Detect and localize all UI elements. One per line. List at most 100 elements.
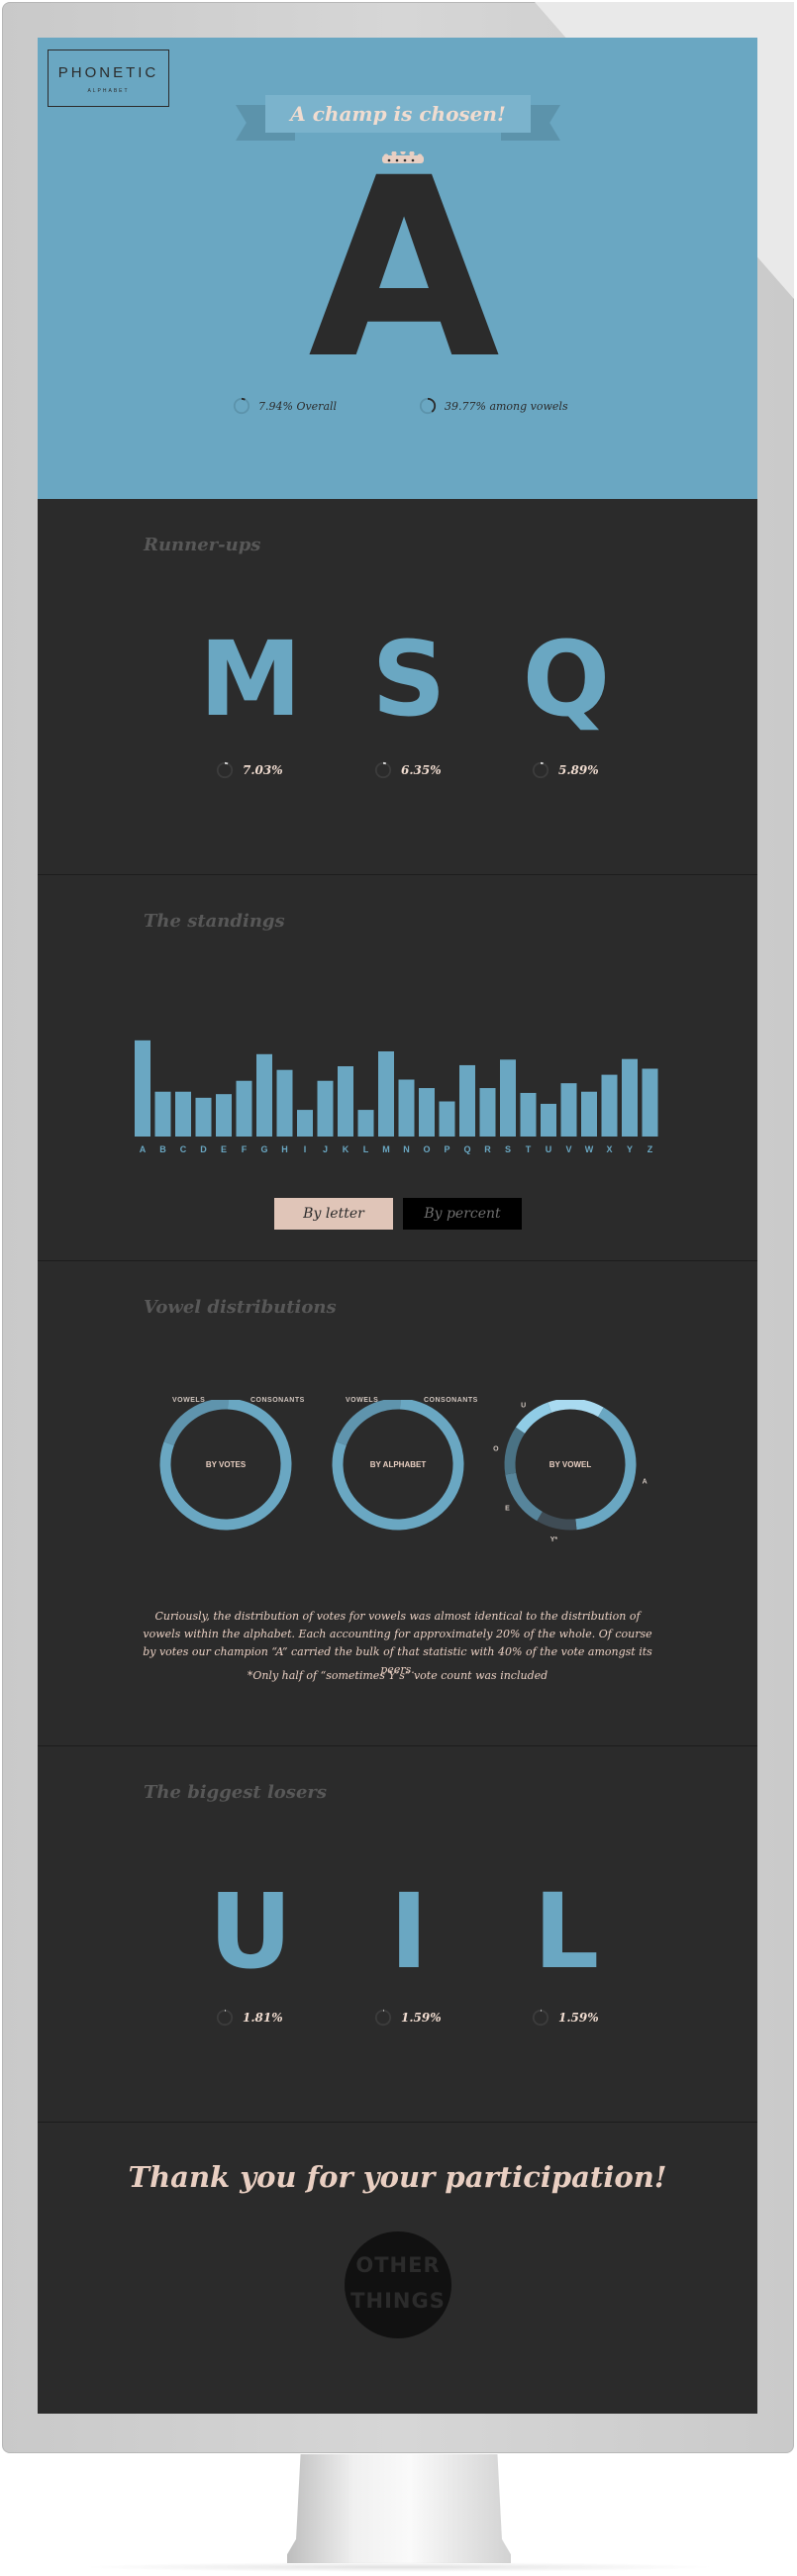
pct-ring-icon — [532, 761, 549, 779]
runner-up-pct-2: 6.35% — [374, 760, 442, 780]
donut-2-segment-2 — [332, 1400, 464, 1531]
overall-stat-label: 7.94% Overall — [258, 399, 338, 413]
biggest-losers-section: The biggest losers U I L 1.81% 1.59% 1.5… — [38, 1746, 757, 2123]
vowel-ring-icon — [419, 397, 437, 415]
bar-v — [560, 1083, 577, 1137]
bar-f — [236, 1080, 252, 1137]
bar-z — [642, 1068, 658, 1137]
bar-label-v: V — [565, 1144, 571, 1154]
bar-m — [378, 1050, 394, 1137]
by-letter-button[interactable]: By letter — [274, 1198, 393, 1230]
standings-bar-chart: A B C D E F G H I J K L M N O P Q R S T U V W X Y Z — [135, 1040, 658, 1154]
logo-name: PHONETIC — [57, 64, 159, 81]
bar-label-w: W — [585, 1144, 594, 1154]
other-things-logo[interactable]: OTHER THINGS — [345, 2231, 451, 2338]
bar-label-r: R — [484, 1144, 491, 1154]
bar-label-j: J — [323, 1144, 328, 1154]
bar-label-c: C — [180, 1144, 187, 1154]
bar-h — [276, 1069, 293, 1137]
bar-j — [317, 1080, 334, 1137]
badge-line-2: THINGS — [350, 2289, 446, 2313]
champion-letter: A — [308, 151, 499, 359]
donut-caption-2: BY ALPHABET — [370, 1460, 427, 1469]
by-percent-button[interactable]: By percent — [403, 1198, 522, 1230]
bar-label-s: S — [505, 1144, 511, 1154]
bar-l — [357, 1110, 374, 1137]
champion-stats: 7.94% Overall 39.77% among vowels — [38, 394, 757, 424]
vowel-distributions-title: Vowel distributions — [144, 1297, 337, 1318]
pct-ring-icon — [216, 761, 234, 779]
monitor-stand — [287, 2454, 511, 2563]
bar-label-t: T — [526, 1144, 532, 1154]
runner-up-pct-1: 7.03% — [216, 760, 283, 780]
bar-label-u: U — [546, 1144, 552, 1154]
runner-up-pct-3: 5.89% — [532, 760, 599, 780]
bar-label-x: X — [606, 1144, 612, 1154]
donut-3-segment-3 — [504, 1400, 637, 1531]
champion-banner: A champ is chosen! — [265, 95, 531, 133]
vowel-donut-charts: BY VOTESBY ALPHABETIAY*EOUBY VOWEL — [159, 1400, 648, 1543]
bar-label-y: Y — [627, 1144, 633, 1154]
thank-you-message: Thank you for your participation! — [128, 2160, 667, 2194]
champion-letter-graphic: A — [308, 151, 500, 359]
bar-label-d: D — [200, 1144, 207, 1154]
bar-p — [439, 1101, 455, 1137]
bar-label-l: L — [363, 1144, 369, 1154]
screen: PHONETIC ALPHABET A champ is chosen! A 7… — [38, 38, 757, 2414]
vowel-stat-label: 39.77% among vowels — [445, 399, 568, 413]
runner-up-letter-1: M — [199, 619, 302, 740]
vowel-donut-label: A — [643, 1479, 648, 1486]
runner-up-pct-value: 5.89% — [558, 763, 599, 777]
bar-label-k: K — [343, 1144, 349, 1154]
donut-1-segment-2 — [159, 1400, 292, 1531]
bar-u — [541, 1103, 556, 1137]
runner-ups-section: Runner-ups M S Q 7.03% 6.35% 5.89% — [38, 499, 757, 875]
loser-pct-3: 1.59% — [532, 2008, 599, 2028]
bar-s — [500, 1059, 516, 1137]
vowel-footnote: *Only half of “sometimes Y’s” vote count… — [247, 1669, 548, 1682]
bar-label-e: E — [221, 1144, 227, 1154]
bar-k — [338, 1066, 353, 1137]
logo[interactable]: PHONETIC ALPHABET — [48, 50, 169, 107]
bar-label-h: H — [281, 1144, 288, 1154]
standings-title: The standings — [144, 911, 285, 932]
bar-label-b: B — [159, 1144, 166, 1154]
pct-ring-icon — [216, 2009, 234, 2027]
loser-pct-value: 1.59% — [558, 2011, 599, 2025]
bar-e — [216, 1094, 232, 1137]
loser-pct-value: 1.81% — [243, 2011, 283, 2025]
bar-label-i: I — [304, 1144, 307, 1154]
loser-letter-2: I — [389, 1871, 429, 1992]
vowel-stat: 39.77% among vowels — [419, 394, 568, 418]
bar-label-f: F — [242, 1144, 248, 1154]
bar-n — [398, 1079, 415, 1137]
bar-label-z: Z — [648, 1144, 653, 1154]
logo-sub: ALPHABET — [87, 88, 130, 94]
bar-label-m: M — [382, 1144, 390, 1154]
overall-ring-icon — [233, 397, 250, 415]
bar-label-g: G — [260, 1144, 267, 1154]
loser-pct-2: 1.59% — [374, 2008, 442, 2028]
bar-i — [297, 1110, 313, 1137]
stand-shadow — [79, 2562, 718, 2572]
runner-up-pct-value: 6.35% — [401, 763, 442, 777]
loser-letter-1: U — [208, 1871, 293, 1992]
bar-o — [419, 1088, 435, 1137]
vowel-donut-label: E — [505, 1506, 510, 1513]
runner-up-pct-value: 7.03% — [243, 763, 283, 777]
runner-up-letter-3: Q — [522, 619, 611, 740]
vowel-donut-label: U — [521, 1402, 526, 1409]
donut-caption-1: BY VOTES — [206, 1460, 247, 1469]
hero-section: PHONETIC ALPHABET A champ is chosen! A 7… — [38, 38, 757, 499]
loser-pct-value: 1.59% — [401, 2011, 442, 2025]
bar-label-p: P — [444, 1144, 449, 1154]
loser-letter-3: L — [533, 1871, 600, 1992]
bar-r — [479, 1088, 496, 1137]
donut-caption-3: BY VOWEL — [549, 1460, 592, 1469]
bar-w — [581, 1091, 597, 1137]
vowel-distributions-section: Vowel distributions VOWELS CONSONANTS VO… — [38, 1261, 757, 1746]
biggest-losers-title: The biggest losers — [144, 1782, 328, 1803]
runner-ups-title: Runner-ups — [144, 535, 261, 555]
bar-q — [459, 1064, 475, 1137]
vowel-donut-label: Y* — [550, 1536, 558, 1543]
